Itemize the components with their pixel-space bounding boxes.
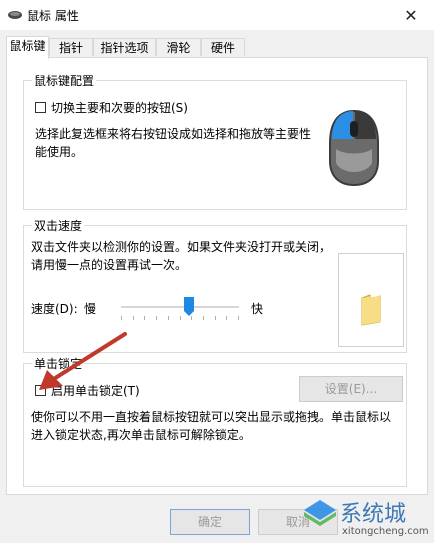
switch-buttons-checkbox[interactable] bbox=[35, 102, 46, 113]
speed-slider-tick bbox=[133, 316, 134, 320]
title-bar: 鼠标 属性 ✕ bbox=[0, 0, 434, 30]
speed-slider-tick bbox=[238, 316, 239, 320]
speed-slider-tick bbox=[226, 316, 227, 320]
speed-slider-tick bbox=[168, 316, 169, 320]
slow-label: 慢 bbox=[84, 302, 97, 316]
window-title: 鼠标 属性 bbox=[27, 9, 79, 23]
speed-slider-tick bbox=[121, 316, 122, 320]
speed-slider-track bbox=[121, 306, 239, 308]
tab-hardware[interactable]: 硬件 bbox=[201, 38, 245, 56]
watermark-url: xitongcheng.com bbox=[342, 526, 429, 537]
double-click-title: 双击速度 bbox=[32, 217, 85, 234]
tab-pointer-options[interactable]: 指针选项 bbox=[93, 38, 156, 56]
watermark: 系统城 xitongcheng.com bbox=[302, 496, 432, 542]
speed-slider-tick bbox=[203, 316, 204, 320]
speed-slider-thumb[interactable] bbox=[184, 297, 194, 317]
speed-slider-tick bbox=[180, 316, 181, 320]
button-config-group: 鼠标键配置 切换主要和次要的按钮(S) 选择此复选框来将右按钮设成如选择和拖放等… bbox=[23, 72, 407, 210]
annotation-arrow-icon bbox=[39, 332, 127, 390]
close-icon: ✕ bbox=[404, 5, 418, 25]
speed-label: 速度(D): bbox=[31, 302, 78, 316]
close-button[interactable]: ✕ bbox=[388, 0, 434, 30]
tab-pointers[interactable]: 指针 bbox=[49, 38, 93, 56]
test-folder-area[interactable] bbox=[338, 253, 404, 347]
tab-wheel[interactable]: 滑轮 bbox=[156, 38, 201, 56]
button-config-description: 选择此复选框来将右按钮设成如选择和拖放等主要性能使用。 bbox=[35, 127, 312, 159]
watermark-text: 系统城 bbox=[340, 502, 407, 527]
speed-slider-tick bbox=[156, 316, 157, 320]
click-lock-settings-button[interactable]: 设置(E)... bbox=[299, 376, 403, 402]
speed-slider-tick bbox=[215, 316, 216, 320]
double-click-description: 双击文件夹以检测你的设置。如果文件夹没打开或关闭，请用慢一点的设置再试一次。 bbox=[31, 240, 332, 272]
speed-slider-tick bbox=[144, 316, 145, 320]
speed-slider[interactable] bbox=[121, 296, 239, 328]
ok-button[interactable]: 确定 bbox=[170, 509, 250, 535]
watermark-logo-icon bbox=[304, 500, 336, 526]
tab-buttons[interactable]: 鼠标键 bbox=[6, 36, 49, 59]
mouse-app-icon bbox=[8, 11, 22, 19]
fast-label: 快 bbox=[251, 302, 264, 316]
folder-icon bbox=[361, 294, 381, 326]
mouse-illustration-icon bbox=[329, 109, 379, 187]
click-lock-description: 使你可以不用一直按着鼠标按钮就可以突出显示或拖拽。单击鼠标以进入锁定状态,再次单… bbox=[31, 410, 392, 442]
switch-buttons-label: 切换主要和次要的按钮(S) bbox=[51, 101, 188, 115]
tab-panel-buttons: 鼠标键配置 切换主要和次要的按钮(S) 选择此复选框来将右按钮设成如选择和拖放等… bbox=[6, 57, 428, 495]
button-config-title: 鼠标键配置 bbox=[32, 72, 97, 89]
